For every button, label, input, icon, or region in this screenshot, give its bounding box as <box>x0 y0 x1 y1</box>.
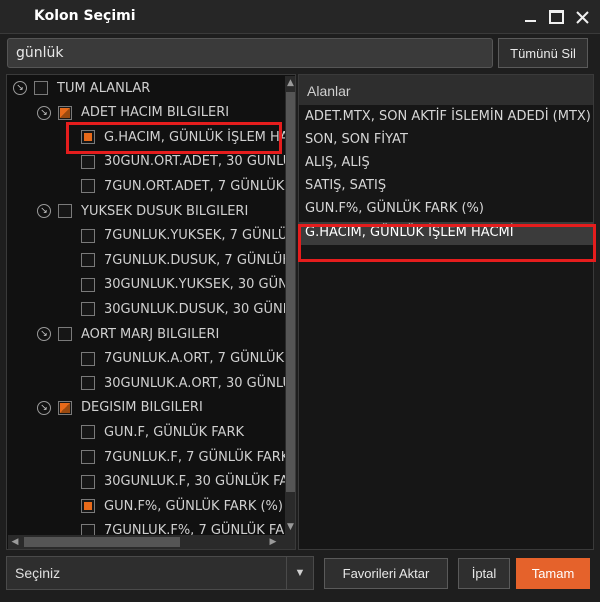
preset-select[interactable]: Seçiniz ▼ <box>6 556 314 590</box>
tree-group[interactable]: ↘ DEGISIM BILGILERI <box>37 396 203 420</box>
tree-item[interactable]: 30GUN.ORT.ADET, 30 GÜNLÜK ORT. ADET <box>81 150 296 174</box>
checkbox[interactable] <box>81 179 95 194</box>
tree-vertical-scrollbar[interactable]: ▲ ▼ <box>285 76 295 536</box>
tree-item-label: ADET HACIM BILGILERI <box>81 105 230 121</box>
tree-item[interactable]: 7GUNLUK.A.ORT, 7 GÜNLÜK A.ORT <box>81 347 295 371</box>
maximize-button[interactable] <box>546 7 566 27</box>
chevron-down-icon[interactable]: ▼ <box>286 557 313 589</box>
tree-group[interactable]: ↘ YUKSEK DUSUK BILGILERI <box>37 199 248 223</box>
field-item[interactable]: G.HACIM, GÜNLÜK İŞLEM HACMİ <box>299 221 593 245</box>
checkbox[interactable] <box>58 400 72 415</box>
checkbox[interactable] <box>81 277 95 292</box>
fields-header: Alanlar <box>299 75 593 105</box>
tree-item[interactable]: 7GUNLUK.F, 7 GÜNLÜK FARK <box>81 445 289 469</box>
preset-select-value: Seçiniz <box>15 565 61 581</box>
tree-item-label: 7GUNLUK.F, 7 GÜNLÜK FARK <box>104 449 290 465</box>
search-input[interactable] <box>7 38 493 68</box>
ok-button[interactable]: Tamam <box>516 558 590 589</box>
tree-item-label: 30GUNLUK.A.ORT, 30 GÜNLÜK A.ORT <box>104 375 296 391</box>
expand-toggle-icon[interactable]: ↘ <box>37 400 51 415</box>
checkbox[interactable] <box>81 351 95 366</box>
tree-item-label: G.HACIM, GÜNLÜK İŞLEM HACMİ <box>104 129 296 145</box>
tree-item-label: 30GUNLUK.F, 30 GÜNLÜK FARK <box>104 474 296 490</box>
maximize-icon <box>548 10 564 24</box>
tree-group[interactable]: ↘ ADET HACIM BILGILERI <box>37 101 229 125</box>
tree-horizontal-scroll-thumb[interactable] <box>24 537 180 547</box>
tree-item[interactable]: 7GUNLUK.DUSUK, 7 GÜNLÜK DÜŞÜK <box>81 248 295 272</box>
tree-vertical-scroll-thumb[interactable] <box>286 92 295 492</box>
minimize-icon <box>524 20 536 22</box>
tree-item-label: 30GUNLUK.DUSUK, 30 GÜNLÜK DÜŞÜK <box>104 301 295 317</box>
checkbox[interactable] <box>81 425 95 440</box>
tree-item-label: DEGISIM BILGILERI <box>81 400 203 416</box>
tree-item[interactable]: 30GUNLUK.F, 30 GÜNLÜK FARK <box>81 470 296 494</box>
tree-item-label: 30GUNLUK.YUKSEK, 30 GÜNLÜK YÜKSEK <box>104 277 295 293</box>
tree-item-label: 7GUNLUK.DUSUK, 7 GÜNLÜK DÜŞÜK <box>104 252 295 268</box>
tree-item[interactable]: 7GUN.ORT.ADET, 7 GÜNLÜK ORT. ADET <box>81 174 295 198</box>
tree-item[interactable]: 30GUNLUK.DUSUK, 30 GÜNLÜK DÜŞÜK <box>81 297 295 321</box>
checkbox[interactable] <box>81 474 95 489</box>
expand-toggle-icon[interactable]: ↘ <box>37 105 51 120</box>
checkbox[interactable] <box>81 376 95 391</box>
tree-item-label: 7GUN.ORT.ADET, 7 GÜNLÜK ORT. ADET <box>104 178 295 194</box>
close-button[interactable] <box>572 7 592 27</box>
tree-item-label: YUKSEK DUSUK BILGILERI <box>81 203 249 219</box>
tree-horizontal-scrollbar[interactable]: ◀ ▶ <box>8 535 295 549</box>
checkbox[interactable] <box>81 154 95 169</box>
title-bar: Kolon Seçimi <box>0 0 600 34</box>
tree-item-label: AORT MARJ BILGILERI <box>81 326 220 342</box>
checkbox[interactable] <box>81 228 95 243</box>
checkbox[interactable] <box>81 302 95 317</box>
tree-item-label: 7GUNLUK.A.ORT, 7 GÜNLÜK A.ORT <box>104 351 295 367</box>
tree-item[interactable]: 30GUNLUK.A.ORT, 30 GÜNLÜK A.ORT <box>81 371 296 395</box>
close-icon <box>575 10 589 24</box>
tree-item[interactable]: G.HACIM, GÜNLÜK İŞLEM HACMİ <box>81 125 296 149</box>
checkbox[interactable] <box>81 253 95 268</box>
tree-item[interactable]: GUN.F%, GÜNLÜK FARK (%) <box>81 494 283 518</box>
minimize-button[interactable] <box>520 7 540 27</box>
tree-item-label: GUN.F, GÜNLÜK FARK <box>104 424 245 440</box>
field-item[interactable]: GUN.F%, GÜNLÜK FARK (%) <box>299 198 593 221</box>
field-item[interactable]: SATIŞ, SATIŞ <box>299 175 593 198</box>
scroll-right-icon[interactable]: ▶ <box>266 535 280 549</box>
scroll-down-icon[interactable]: ▼ <box>285 520 295 534</box>
checkbox[interactable] <box>34 81 48 95</box>
field-item[interactable]: ADET.MTX, SON AKTİF İSLEMİN ADEDİ (MTX) <box>299 106 593 129</box>
field-item[interactable]: SON, SON FİYAT <box>299 129 593 152</box>
checkbox[interactable] <box>58 105 72 120</box>
checkbox[interactable] <box>81 450 95 464</box>
checkbox[interactable] <box>81 130 95 145</box>
tree-item-label: 7GUNLUK.YUKSEK, 7 GÜNLÜK YÜKSEK <box>104 228 296 244</box>
expand-toggle-icon[interactable]: ↘ <box>37 327 51 341</box>
tree-item-label: GUN.F%, GÜNLÜK FARK (%) <box>104 498 283 514</box>
tree-item[interactable]: GUN.F, GÜNLÜK FARK <box>81 420 244 444</box>
clear-all-button[interactable]: Tümünü Sil <box>498 38 588 68</box>
import-favorites-button[interactable]: Favorileri Aktar <box>324 558 448 589</box>
checkbox[interactable] <box>58 327 72 341</box>
tree-group[interactable]: ↘ AORT MARJ BILGILERI <box>37 322 219 346</box>
tree-item-label: TUM ALANLAR <box>57 80 151 96</box>
window-title: Kolon Seçimi <box>34 8 136 24</box>
tree-item-label: 30GUN.ORT.ADET, 30 GÜNLÜK ORT. ADET <box>104 154 296 170</box>
tree-item[interactable]: 7GUNLUK.YUKSEK, 7 GÜNLÜK YÜKSEK <box>81 224 296 248</box>
scroll-left-icon[interactable]: ◀ <box>8 535 22 549</box>
expand-toggle-icon[interactable]: ↘ <box>37 204 51 218</box>
cancel-button[interactable]: İptal <box>458 558 510 589</box>
tree-item[interactable]: 30GUNLUK.YUKSEK, 30 GÜNLÜK YÜKSEK <box>81 273 295 297</box>
tree-group[interactable]: ↘ TUM ALANLAR <box>13 76 150 100</box>
field-item[interactable]: ALIŞ, ALIŞ <box>299 152 593 175</box>
expand-toggle-icon[interactable]: ↘ <box>13 81 27 95</box>
field-tree[interactable]: ↘ TUM ALANLAR ↘ ADET HACIM BILGILERI G.HACIM… <box>6 74 296 550</box>
selected-fields-list[interactable]: Alanlar ADET.MTX, SON AKTİF İSLEMİN ADED… <box>298 74 594 550</box>
scroll-up-icon[interactable]: ▲ <box>285 76 295 90</box>
checkbox[interactable] <box>81 499 95 514</box>
checkbox[interactable] <box>58 204 72 218</box>
